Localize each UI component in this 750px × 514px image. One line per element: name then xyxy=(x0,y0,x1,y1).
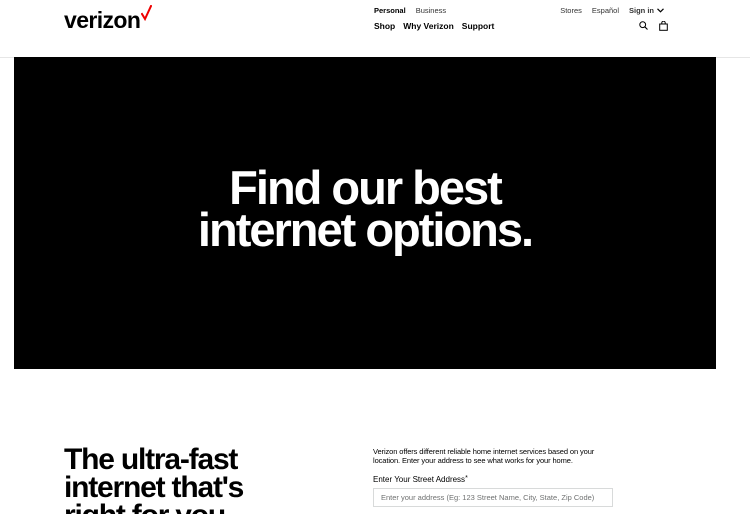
sign-in-menu[interactable]: Sign in xyxy=(629,6,664,15)
verizon-logo[interactable]: verizon xyxy=(64,5,153,33)
search-button[interactable] xyxy=(638,20,648,31)
nav-shop[interactable]: Shop xyxy=(374,21,395,31)
section-description: Verizon offers different reliable home i… xyxy=(373,447,595,465)
nav-why-verizon[interactable]: Why Verizon xyxy=(403,21,454,31)
header-icons xyxy=(638,20,668,31)
section-heading-line-3: right for you. xyxy=(64,501,324,514)
cart-icon xyxy=(658,20,668,31)
sign-in-label: Sign in xyxy=(629,6,654,15)
hero-title: Find our best internet options. xyxy=(14,164,716,256)
section-heading-line-1: The ultra-fast xyxy=(64,443,238,476)
segment-switcher: Personal Business xyxy=(374,6,446,15)
hero-title-line-2: internet options. xyxy=(197,203,534,256)
segment-personal-link[interactable]: Personal xyxy=(374,6,406,15)
search-icon xyxy=(638,21,648,30)
cart-button[interactable] xyxy=(658,20,668,31)
main-nav: Shop Why Verizon Support xyxy=(374,21,494,31)
espanol-link[interactable]: Español xyxy=(592,6,619,15)
hero-banner: Find our best internet options. xyxy=(14,57,716,369)
stores-link[interactable]: Stores xyxy=(560,6,582,15)
required-mark: * xyxy=(465,475,468,482)
logo-checkmark-icon xyxy=(141,5,153,21)
address-label: Enter Your Street Address* xyxy=(373,475,468,484)
chevron-down-icon xyxy=(657,8,664,13)
utility-nav: Stores Español Sign in xyxy=(560,6,664,15)
page: verizon Personal Business Shop Why Veriz… xyxy=(0,0,750,514)
address-label-text: Enter Your Street Address xyxy=(373,475,466,484)
segment-business-link[interactable]: Business xyxy=(416,6,446,15)
address-input[interactable] xyxy=(373,488,613,507)
nav-support[interactable]: Support xyxy=(462,21,495,31)
global-header: verizon Personal Business Shop Why Veriz… xyxy=(0,0,750,58)
section-heading: The ultra-fast internet that's right for… xyxy=(64,443,324,514)
section-heading-line-2: internet that's xyxy=(64,471,244,504)
logo-wordmark: verizon xyxy=(64,7,141,33)
